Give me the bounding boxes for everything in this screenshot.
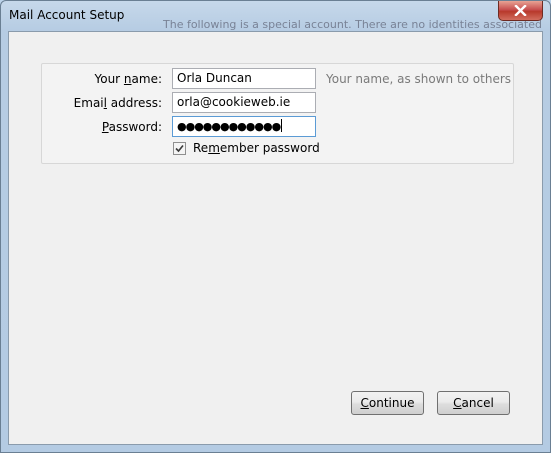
remember-password-checkbox[interactable]	[173, 141, 186, 155]
email-field[interactable]: orla@cookieweb.ie	[172, 92, 316, 113]
cancel-button[interactable]: Cancel	[437, 391, 510, 415]
background-window-text: The following is a special account. Ther…	[163, 18, 542, 31]
window-title: Mail Account Setup	[9, 8, 125, 22]
password-value: ●●●●●●●●●●●●	[177, 120, 281, 133]
account-form-group: Your name: Orla Duncan Your name, as sho…	[41, 63, 514, 164]
text-caret	[281, 119, 283, 132]
name-hint: Your name, as shown to others	[326, 72, 512, 86]
close-button[interactable]	[498, 1, 543, 21]
password-field[interactable]: ●●●●●●●●●●●●	[172, 116, 316, 137]
name-field[interactable]: Orla Duncan	[172, 68, 316, 89]
name-label: Your name:	[94, 72, 162, 86]
window-frame: Mail Account Setup The following is a sp…	[0, 0, 551, 453]
checkmark-icon	[175, 144, 184, 152]
dialog-body: Your name: Orla Duncan Your name, as sho…	[8, 31, 543, 445]
close-icon	[514, 5, 527, 16]
remember-password-label: Remember password	[193, 141, 320, 155]
email-label: Email address:	[73, 96, 162, 110]
password-label: Password:	[101, 120, 162, 134]
title-bar[interactable]: Mail Account Setup The following is a sp…	[1, 1, 550, 31]
continue-button[interactable]: Continue	[351, 391, 424, 415]
remember-password-row[interactable]: Remember password	[173, 140, 320, 156]
